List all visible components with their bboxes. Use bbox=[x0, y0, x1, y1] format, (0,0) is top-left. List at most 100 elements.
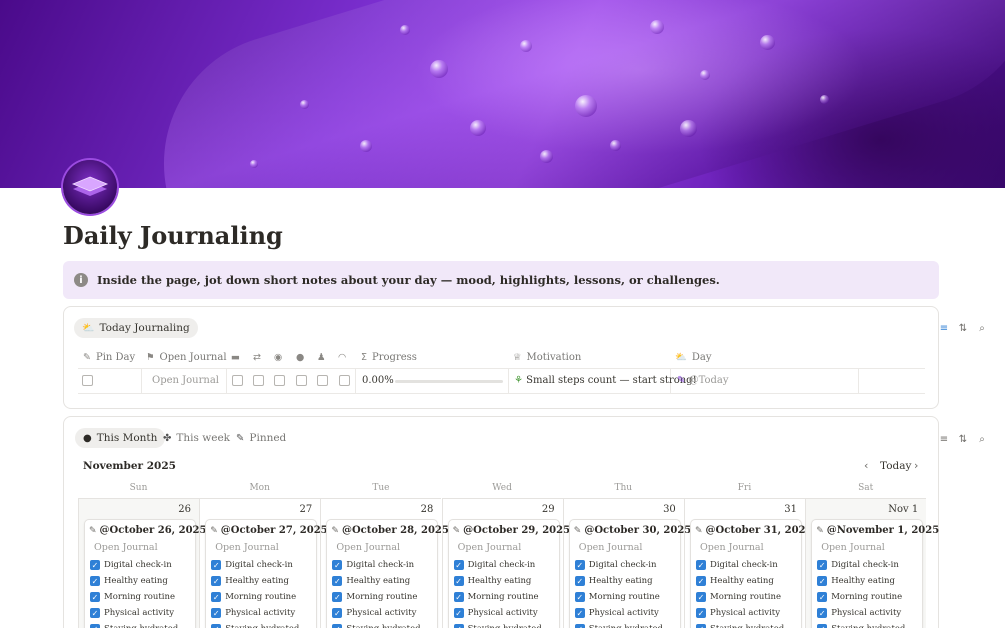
checkbox-checked-icon[interactable]: ✓ bbox=[90, 592, 100, 602]
task-item[interactable]: ✓Staying hydrated bbox=[211, 624, 299, 628]
checkbox-checked-icon[interactable]: ✓ bbox=[453, 624, 464, 628]
task-item[interactable]: ✓ Morning routine bbox=[817, 592, 902, 602]
task-item[interactable]: ✓ Digital check-in bbox=[90, 560, 172, 570]
task-item[interactable]: ✓ Physical activity bbox=[696, 608, 780, 618]
checkbox-checked-icon[interactable]: ✓ bbox=[817, 576, 828, 586]
task-item[interactable]: ✓ Morning routine bbox=[453, 592, 539, 602]
open-journal-link[interactable]: Open Journal bbox=[215, 542, 279, 553]
checkbox-checked-icon[interactable]: ✓ bbox=[332, 608, 343, 618]
checkbox-checked-icon[interactable]: ✓ bbox=[574, 608, 585, 618]
task-item[interactable]: ✓ Digital check-in bbox=[817, 560, 899, 570]
sort-icon[interactable]: ⇅ bbox=[958, 434, 968, 445]
column-progress[interactable]: Σ Progress bbox=[361, 350, 417, 364]
column-hydration[interactable]: ● bbox=[296, 350, 309, 364]
checkbox-checked-icon[interactable]: ✓ bbox=[817, 592, 828, 602]
task-item[interactable]: ✓Staying hydrated bbox=[574, 624, 663, 628]
eating-checkbox[interactable] bbox=[274, 375, 285, 386]
column-digital[interactable]: ◠ bbox=[338, 350, 351, 364]
column-day[interactable]: ⛅ Day bbox=[675, 350, 711, 364]
checkbox-checked-icon[interactable]: ✓ bbox=[696, 592, 706, 602]
task-item[interactable]: ✓Staying hydrated bbox=[453, 624, 542, 628]
checkbox-checked-icon[interactable]: ✓ bbox=[574, 624, 585, 628]
checkbox-checked-icon[interactable]: ✓ bbox=[332, 576, 343, 586]
sleep-checkbox[interactable] bbox=[232, 375, 243, 386]
journal-entry-card[interactable]: ✎ @October 29, 2025 Open Journal ✓ Digital c… bbox=[447, 519, 570, 628]
calendar-day-cell[interactable]: Nov 1 ✎ @November 1, 2025 Open Journal ✓ Digi… bbox=[805, 498, 939, 628]
column-repeat[interactable]: ⇄ bbox=[253, 350, 266, 364]
column-sleep[interactable]: ▬ bbox=[231, 350, 245, 364]
open-journal-link[interactable]: Open Journal bbox=[700, 542, 764, 553]
column-open-journal[interactable]: ⚑ Open Journal bbox=[146, 350, 227, 364]
checkbox-checked-icon[interactable]: ✓ bbox=[817, 608, 828, 618]
sort-icon[interactable]: ⇅ bbox=[958, 323, 968, 334]
task-item[interactable]: ✓Staying hydrated bbox=[817, 624, 905, 628]
checkbox-checked-icon[interactable]: ✓ bbox=[90, 608, 100, 618]
task-item[interactable]: ✓Staying hydrated bbox=[90, 624, 178, 628]
checkbox-checked-icon[interactable]: ✓ bbox=[453, 592, 464, 602]
hydration-checkbox[interactable] bbox=[296, 375, 307, 386]
journal-entry-card[interactable]: ✎ @October 27, 2025 Open Journal ✓ Digital c… bbox=[205, 519, 328, 628]
page-icon[interactable] bbox=[63, 160, 117, 214]
task-item[interactable]: ✓ Physical activity bbox=[90, 608, 174, 618]
task-item[interactable]: ✓ Digital check-in bbox=[453, 560, 535, 570]
checkbox-checked-icon[interactable]: ✓ bbox=[332, 560, 343, 570]
chevron-left-icon[interactable]: ‹ bbox=[864, 459, 868, 472]
checkbox-checked-icon[interactable]: ✓ bbox=[90, 560, 100, 570]
checkbox-checked-icon[interactable]: ✓ bbox=[211, 624, 222, 628]
task-item[interactable]: ✓ Physical activity bbox=[817, 608, 901, 618]
task-item[interactable]: ✓ Morning routine bbox=[574, 592, 660, 602]
task-item[interactable]: ✓ Morning routine bbox=[332, 592, 417, 602]
checkbox-checked-icon[interactable]: ✓ bbox=[332, 624, 343, 628]
checkbox-checked-icon[interactable]: ✓ bbox=[332, 592, 343, 602]
calendar-day-cell[interactable]: 29 ✎ @October 29, 2025 Open Journal ✓ Digital… bbox=[441, 498, 570, 628]
filter-icon[interactable]: ≡ bbox=[939, 434, 949, 445]
task-item[interactable]: ✓ Healthy eating bbox=[332, 576, 410, 586]
open-journal-link[interactable]: Open Journal bbox=[94, 542, 158, 553]
task-item[interactable]: ✓ Physical activity bbox=[574, 608, 659, 618]
activity-checkbox[interactable] bbox=[317, 375, 328, 386]
task-item[interactable]: ✓Staying hydrated bbox=[332, 624, 421, 628]
open-journal-link[interactable]: Open Journal bbox=[458, 542, 522, 553]
task-item[interactable]: ✓ Healthy eating bbox=[453, 576, 531, 586]
task-item[interactable]: ✓ Digital check-in bbox=[574, 560, 657, 570]
open-journal-link[interactable]: Open Journal bbox=[821, 542, 885, 553]
checkbox-checked-icon[interactable]: ✓ bbox=[574, 560, 585, 570]
journal-entry-card[interactable]: ✎ @October 31, 2025 Open Journal ✓ Digital c… bbox=[690, 519, 812, 628]
tab-this-week[interactable]: ✤ This week bbox=[155, 428, 238, 448]
search-icon[interactable]: ⌕ bbox=[977, 434, 987, 445]
tab-this-month[interactable]: ● This Month bbox=[75, 428, 166, 448]
digital-checkbox[interactable] bbox=[339, 375, 350, 386]
pin-day-checkbox[interactable] bbox=[82, 375, 93, 386]
calendar-day-cell[interactable]: 28 ✎ @October 28, 2025 Open Journal ✓ Digital… bbox=[320, 498, 449, 628]
open-journal-link[interactable]: Open Journal bbox=[336, 542, 400, 553]
journal-entry-card[interactable]: ✎ @October 28, 2025 Open Journal ✓ Digital c… bbox=[326, 519, 449, 628]
open-journal-link[interactable]: Open Journal bbox=[579, 542, 643, 553]
checkbox-checked-icon[interactable]: ✓ bbox=[453, 576, 464, 586]
task-item[interactable]: ✓ Physical activity bbox=[453, 608, 538, 618]
journal-entry-card[interactable]: ✎ @November 1, 2025 Open Journal ✓ Digital c… bbox=[811, 519, 939, 628]
calendar-day-cell[interactable]: 30 ✎ @October 30, 2025 Open Journal ✓ Digital… bbox=[562, 498, 691, 628]
checkbox-checked-icon[interactable]: ✓ bbox=[211, 592, 222, 602]
column-motivation[interactable]: ♕ Motivation bbox=[513, 350, 581, 364]
checkbox-checked-icon[interactable]: ✓ bbox=[817, 560, 828, 570]
task-item[interactable]: ✓ Healthy eating bbox=[817, 576, 895, 586]
task-item[interactable]: ✓ Physical activity bbox=[332, 608, 416, 618]
open-journal-cell[interactable]: Open Journal bbox=[152, 375, 219, 386]
chevron-right-icon[interactable]: › bbox=[914, 459, 918, 472]
checkbox-checked-icon[interactable]: ✓ bbox=[696, 608, 706, 618]
task-item[interactable]: ✓ Morning routine bbox=[90, 592, 175, 602]
checkbox-checked-icon[interactable]: ✓ bbox=[453, 560, 464, 570]
journal-entry-card[interactable]: ✎ @October 30, 2025 Open Journal ✓ Digital c… bbox=[568, 519, 691, 628]
calendar-day-cell[interactable]: 27 ✎ @October 27, 2025 Open Journal ✓ Digital… bbox=[199, 498, 328, 628]
column-pin-day[interactable]: ✎ Pin Day bbox=[83, 350, 135, 364]
journal-entry-card[interactable]: ✎ @October 26, 2025 Open Journal ✓ Digital c… bbox=[84, 519, 206, 628]
today-button[interactable]: Today bbox=[880, 460, 911, 472]
task-item[interactable]: ✓ Healthy eating bbox=[211, 576, 289, 586]
calendar-day-cell[interactable]: 31 ✎ @October 31, 2025 Open Journal ✓ Digital… bbox=[684, 498, 812, 628]
checkbox-checked-icon[interactable]: ✓ bbox=[211, 608, 222, 618]
checkbox-checked-icon[interactable]: ✓ bbox=[574, 576, 585, 586]
task-item[interactable]: ✓ Healthy eating bbox=[696, 576, 774, 586]
checkbox-checked-icon[interactable]: ✓ bbox=[696, 560, 706, 570]
day-cell[interactable]: ✎ @Today bbox=[677, 375, 729, 386]
task-item[interactable]: ✓ Digital check-in bbox=[332, 560, 414, 570]
